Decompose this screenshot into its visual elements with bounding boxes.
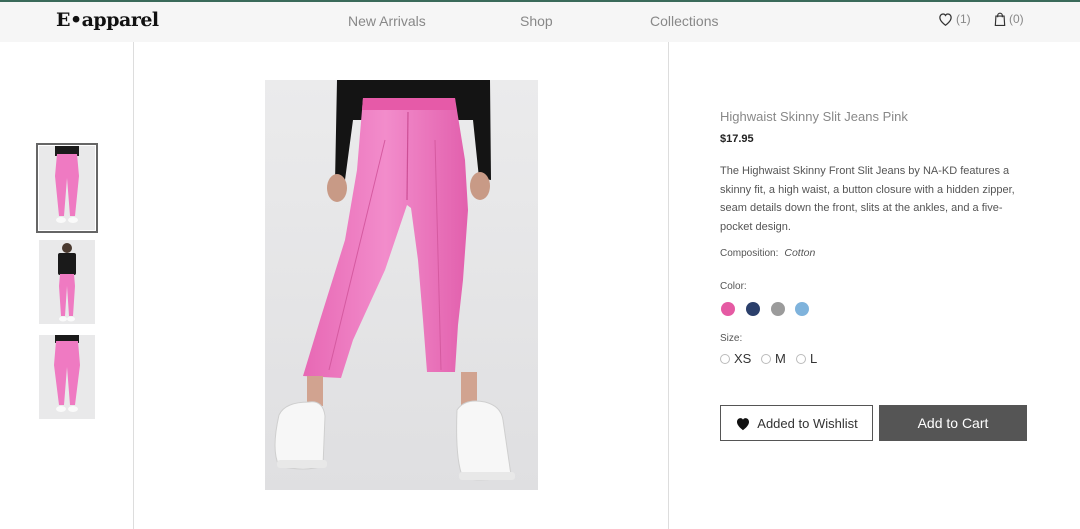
size-option-m[interactable]: M (761, 351, 786, 366)
main-product-image (265, 80, 538, 490)
nav-collections[interactable]: Collections (650, 13, 718, 29)
composition-label: Composition: (720, 248, 779, 259)
wishlist-button[interactable]: Added to Wishlist (720, 405, 873, 441)
color-swatch-navy[interactable] (746, 302, 760, 316)
size-option-l[interactable]: L (796, 351, 817, 366)
jeans-front-thumb-image (39, 146, 95, 230)
site-header: E•apparel New Arrivals Shop Collections … (0, 2, 1080, 42)
product-description: The Highwaist Skinny Front Slit Jeans by… (720, 165, 1015, 233)
cart-link[interactable]: (0) (994, 12, 1024, 26)
color-swatch-grey[interactable] (771, 302, 785, 316)
composition-value: Cotton (784, 247, 816, 259)
wishlist-button-label: Added to Wishlist (757, 415, 858, 431)
divider-left (133, 42, 134, 529)
size-radio-l[interactable] (796, 353, 806, 364)
wishlist-link[interactable]: (1) (938, 12, 971, 26)
model-full-thumb-image (39, 240, 95, 324)
color-swatch-light-blue[interactable] (795, 302, 809, 316)
size-radio-xs[interactable] (720, 353, 730, 364)
color-swatch-pink[interactable] (721, 302, 735, 316)
logo[interactable]: E•apparel (56, 9, 159, 31)
thumbnail-2[interactable] (39, 240, 95, 324)
nav-new-arrivals[interactable]: New Arrivals (348, 13, 426, 29)
thumbnail-1[interactable] (36, 143, 98, 233)
heart-filled-icon (737, 417, 750, 430)
size-option-xs[interactable]: XS (720, 351, 751, 366)
thumbnail-3[interactable] (39, 335, 95, 419)
size-m-label: M (775, 351, 786, 366)
product-price: $17.95 (720, 133, 754, 145)
size-label: Size: (720, 333, 743, 344)
size-radio-m[interactable] (761, 353, 771, 364)
heart-outline-icon (939, 13, 952, 26)
cart-count: (0) (1009, 12, 1024, 26)
size-l-label: L (810, 351, 818, 366)
size-xs-label: XS (734, 351, 752, 366)
add-to-cart-button[interactable]: Add to Cart (879, 405, 1027, 441)
product-name: Highwaist Skinny Slit Jeans Pink (720, 109, 908, 124)
add-to-cart-label: Add to Cart (917, 415, 989, 431)
color-label: Color: (720, 281, 747, 292)
wishlist-count: (1) (956, 12, 971, 26)
divider-right (668, 42, 669, 529)
jeans-back-thumb-image (39, 335, 95, 419)
composition: Composition: Cotton (720, 247, 815, 259)
nav-shop[interactable]: Shop (520, 13, 553, 29)
shopping-bag-icon (994, 12, 1006, 26)
